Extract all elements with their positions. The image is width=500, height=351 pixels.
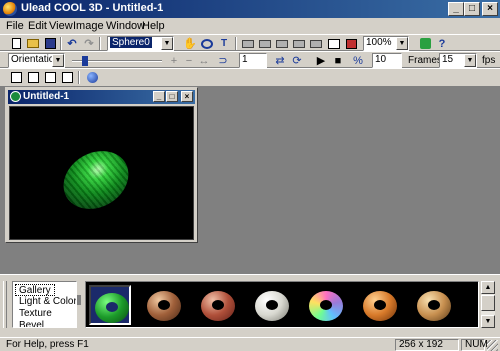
status-help-text: For Help, press F1 bbox=[6, 339, 89, 350]
doc-maximize-button[interactable]: □ bbox=[166, 91, 178, 102]
object-tool-icon[interactable] bbox=[42, 70, 58, 85]
category-list: Gallery Light & Color Texture Bevel bbox=[12, 281, 77, 328]
new-icon[interactable] bbox=[8, 36, 24, 51]
smooth-icon[interactable]: % bbox=[350, 53, 366, 68]
chevron-down-icon[interactable]: ▼ bbox=[161, 37, 173, 50]
title-bar: Ulead COOL 3D - Untitled-1 _ □ × bbox=[0, 0, 500, 18]
fps-select[interactable]: 15 ▼ bbox=[439, 53, 477, 68]
menu-help[interactable]: Help bbox=[142, 20, 165, 32]
render-icon[interactable] bbox=[326, 36, 342, 51]
doc-minimize-button[interactable]: _ bbox=[153, 91, 165, 102]
sphere-icon[interactable] bbox=[84, 70, 100, 85]
fps-label: fps bbox=[482, 55, 496, 66]
frames-input[interactable]: 10 bbox=[372, 53, 402, 68]
help-icon[interactable]: ? bbox=[434, 36, 450, 51]
green-sphere-object[interactable] bbox=[53, 139, 139, 221]
close-button[interactable]: × bbox=[482, 2, 498, 16]
category-scrollbar[interactable] bbox=[77, 281, 81, 328]
thumbnail-red-granite[interactable] bbox=[197, 285, 239, 325]
object-select[interactable]: Sphere0 ▼ bbox=[107, 36, 174, 51]
standard-toolbar: ↶ ↷ Sphere0 ▼ ✋ T 100% ▼ ? bbox=[0, 34, 500, 51]
minimize-button[interactable]: _ bbox=[448, 2, 464, 16]
timeline-slider[interactable] bbox=[72, 54, 162, 67]
animation-toolbar: Orientation ▼ + − ↔ ⊃ 1 ⇄ ⟳ ▶ ■ % 10 Fra… bbox=[0, 51, 500, 68]
status-num-lock: NUM bbox=[461, 339, 488, 351]
frames-label: Frames bbox=[408, 55, 442, 66]
object-toolbar bbox=[0, 68, 500, 85]
text-icon[interactable]: T bbox=[216, 36, 232, 51]
document-title-bar: Untitled-1 _ □ × bbox=[8, 90, 195, 104]
object-icon[interactable] bbox=[417, 36, 433, 51]
menu-view[interactable]: View bbox=[49, 20, 73, 32]
frame-input[interactable]: 1 bbox=[239, 53, 267, 68]
category-texture[interactable]: Texture bbox=[15, 308, 52, 320]
view-icon[interactable] bbox=[240, 36, 256, 51]
category-gallery[interactable]: Gallery bbox=[15, 284, 55, 296]
render-canvas[interactable] bbox=[9, 106, 194, 240]
view-icon[interactable] bbox=[274, 36, 290, 51]
category-light-color[interactable]: Light & Color bbox=[15, 296, 76, 308]
rotate-icon[interactable] bbox=[199, 36, 215, 51]
stop-icon[interactable]: ■ bbox=[330, 53, 346, 68]
window-title: Ulead COOL 3D - Untitled-1 bbox=[21, 2, 164, 14]
menu-image[interactable]: Image bbox=[73, 20, 104, 32]
undo-icon[interactable]: ↶ bbox=[64, 36, 80, 51]
chevron-down-icon[interactable]: ▼ bbox=[464, 54, 476, 67]
object-tool-icon[interactable] bbox=[25, 70, 41, 85]
scroll-up-icon[interactable]: ▲ bbox=[481, 281, 495, 294]
doc-close-button[interactable]: × bbox=[181, 91, 193, 102]
play-icon[interactable]: ▶ bbox=[313, 53, 329, 68]
open-icon[interactable] bbox=[25, 36, 41, 51]
category-bevel[interactable]: Bevel bbox=[15, 320, 44, 327]
object-select-value: Sphere0 bbox=[110, 37, 152, 48]
object-tool-icon[interactable] bbox=[59, 70, 75, 85]
document-title: Untitled-1 bbox=[23, 91, 70, 102]
reverse-icon[interactable]: ⇄ bbox=[272, 53, 288, 68]
remove-keyframe-icon[interactable]: − bbox=[181, 53, 197, 68]
thumbnail-gallery bbox=[85, 281, 479, 328]
thumbnail-rainbow[interactable] bbox=[305, 285, 347, 325]
view-icon[interactable] bbox=[257, 36, 273, 51]
object-tool-icon[interactable] bbox=[8, 70, 24, 85]
document-window: Untitled-1 _ □ × bbox=[5, 87, 198, 243]
resize-grip-icon[interactable] bbox=[487, 340, 498, 351]
menu-edit[interactable]: Edit bbox=[28, 20, 47, 32]
maximize-button[interactable]: □ bbox=[464, 2, 480, 16]
view-icon[interactable] bbox=[308, 36, 324, 51]
export-icon[interactable] bbox=[343, 36, 359, 51]
thumbnail-gold-rock[interactable] bbox=[413, 285, 455, 325]
redo-icon[interactable]: ↷ bbox=[81, 36, 97, 51]
move-keyframe-icon[interactable]: ↔ bbox=[196, 53, 212, 68]
menu-file[interactable]: File bbox=[6, 20, 24, 32]
status-bar: For Help, press F1 256 x 192 NUM bbox=[0, 337, 500, 351]
view-icon[interactable] bbox=[291, 36, 307, 51]
thumbnail-white-marble[interactable] bbox=[251, 285, 293, 325]
pingpong-icon[interactable]: ⟳ bbox=[289, 53, 305, 68]
pan-icon[interactable]: ✋ bbox=[182, 36, 198, 51]
loop-icon[interactable]: ⊃ bbox=[215, 53, 231, 68]
fps-value: 15 bbox=[442, 54, 454, 65]
gallery-scrollbar[interactable]: ▲ ▼ bbox=[481, 281, 495, 328]
scroll-down-icon[interactable]: ▼ bbox=[481, 315, 495, 328]
panel-grip[interactable] bbox=[3, 281, 7, 328]
menu-bar: File Edit View Image Window Help bbox=[0, 18, 500, 34]
save-icon[interactable] bbox=[42, 36, 58, 51]
thumbnail-orange-wood[interactable] bbox=[359, 285, 401, 325]
app-icon[interactable] bbox=[3, 2, 17, 16]
zoom-select-value: 100% bbox=[366, 37, 392, 48]
frame-value: 1 bbox=[242, 54, 248, 65]
add-keyframe-icon[interactable]: + bbox=[166, 53, 182, 68]
easy-palette: Gallery Light & Color Texture Bevel ▲ ▼ bbox=[0, 274, 500, 337]
attribute-select[interactable]: Orientation ▼ bbox=[8, 53, 65, 68]
status-image-size: 256 x 192 bbox=[395, 339, 459, 351]
thumbnail-green-marble[interactable] bbox=[89, 285, 131, 325]
chevron-down-icon[interactable]: ▼ bbox=[396, 37, 408, 50]
chevron-down-icon[interactable]: ▼ bbox=[52, 54, 64, 67]
thumbnail-brown-stone[interactable] bbox=[143, 285, 185, 325]
frames-value: 10 bbox=[375, 54, 387, 65]
scroll-thumb[interactable] bbox=[481, 295, 495, 311]
menu-window[interactable]: Window bbox=[106, 20, 145, 32]
document-icon bbox=[10, 91, 21, 102]
zoom-select[interactable]: 100% ▼ bbox=[363, 36, 409, 51]
